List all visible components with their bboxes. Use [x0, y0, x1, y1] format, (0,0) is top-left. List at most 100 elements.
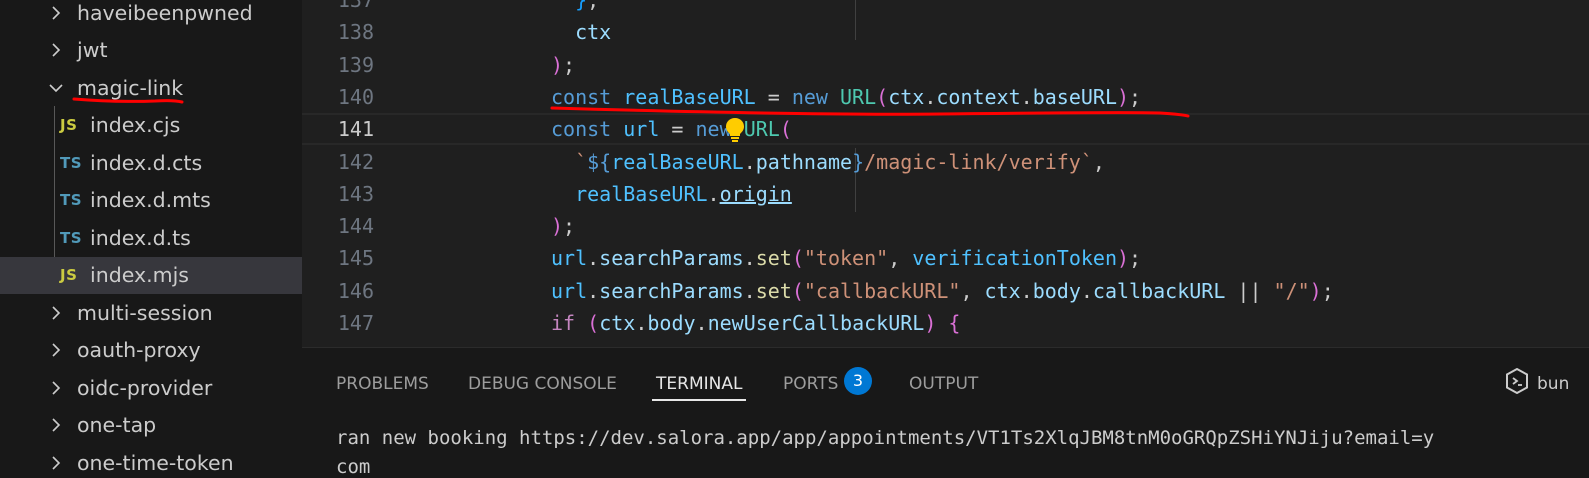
code-line[interactable]: 139);	[302, 49, 1589, 81]
tree-file-item[interactable]: JS index.mjs	[0, 256, 302, 294]
terminal-name[interactable]: bun	[1537, 370, 1569, 398]
chevron-right-icon	[48, 455, 64, 471]
tree-file-item[interactable]: JS index.cjs	[0, 107, 302, 145]
code-token: realBaseURL	[611, 149, 744, 174]
code-text: );	[551, 210, 575, 242]
code-token: body	[1032, 278, 1081, 303]
tab-terminal[interactable]: TERMINAL	[651, 370, 747, 401]
code-text: );	[551, 49, 575, 81]
code-token: context	[936, 84, 1021, 109]
code-token: ;	[1129, 84, 1142, 109]
tree-item-label: index.d.mts	[90, 188, 211, 213]
tree-item-label: one-time-token	[77, 450, 234, 475]
typescript-file-icon: TS	[60, 153, 83, 172]
code-token: )	[1309, 278, 1322, 303]
code-token: /magic-link/verify`	[864, 149, 1093, 174]
code-token: )	[551, 52, 564, 77]
code-line[interactable]: 144);	[302, 210, 1589, 242]
code-token: realBaseURL	[623, 84, 756, 109]
code-token: .	[743, 278, 756, 303]
code-token: `	[575, 149, 588, 174]
tree-folder-item[interactable]: one-time-token	[0, 444, 302, 478]
code-token: ctx	[984, 278, 1021, 303]
code-token: .	[587, 246, 600, 271]
code-text: url.searchParams.set("token", verificati…	[551, 242, 1141, 274]
line-number: 144	[337, 214, 374, 239]
code-token: url	[623, 117, 660, 142]
code-token: searchParams	[599, 246, 744, 271]
code-token: ${	[587, 149, 612, 174]
tab-debug-console[interactable]: DEBUG CONSOLE	[468, 370, 617, 398]
code-text: },	[551, 0, 599, 16]
code-token: origin	[719, 181, 792, 206]
code-token: ctx	[599, 311, 636, 335]
code-line[interactable]: 137 },	[302, 0, 1589, 16]
code-line[interactable]: 147 if (ctx.body.newUserCallbackURL) {	[302, 307, 1589, 339]
code-line[interactable]: 146 url.searchParams.set("callbackURL", c…	[302, 275, 1589, 307]
code-token: verificationToken	[912, 246, 1117, 271]
code-token: )	[924, 311, 937, 335]
code-token: ;	[1321, 278, 1334, 303]
code-token: ;	[1129, 246, 1142, 271]
code-token: newUserCallbackURL	[707, 311, 925, 335]
tree-folder-item[interactable]: oidc-provider	[0, 369, 302, 407]
code-line[interactable]: 140 const realBaseURL = new URL(ctx.conte…	[302, 81, 1589, 113]
tree-item-label: index.mjs	[90, 263, 189, 288]
tree-folder-item[interactable]: multi-session	[0, 294, 302, 332]
code-token: realBaseURL	[575, 181, 708, 206]
code-line[interactable]: 138 ctx	[302, 16, 1589, 48]
tab-problems[interactable]: PROBLEMS	[336, 370, 429, 398]
code-line[interactable]: 142 `${realBaseURL.pathname}/magic-link/…	[302, 146, 1589, 178]
code-line[interactable]: 145 url.searchParams.set("token", verific…	[302, 242, 1589, 274]
tree-folder-item[interactable]: oauth-proxy	[0, 332, 302, 370]
code-line[interactable]: 141 const url = new URL(	[302, 113, 1589, 146]
tree-item-label: index.cjs	[90, 113, 181, 138]
code-text: url.searchParams.set("callbackURL", ctx.…	[551, 275, 1334, 307]
code-text: realBaseURL.origin	[551, 178, 792, 210]
code-token: .	[743, 246, 756, 271]
line-number: 138	[337, 20, 374, 45]
code-token: "token"	[803, 246, 889, 271]
tree-folder-item[interactable]: magic-link	[0, 69, 302, 107]
tree-file-item[interactable]: TS index.d.mts	[0, 182, 302, 220]
code-token: {	[948, 311, 961, 335]
chevron-right-icon	[48, 380, 64, 396]
code-token: url	[551, 278, 588, 303]
code-token: )	[1116, 246, 1130, 271]
tree-file-item[interactable]: TS index.d.cts	[0, 144, 302, 182]
code-token: ;	[563, 214, 576, 239]
tree-folder-item[interactable]: one-tap	[0, 407, 302, 445]
tree-item-label: magic-link	[77, 75, 184, 100]
code-text: const realBaseURL = new URL(ctx.context.…	[551, 81, 1141, 113]
code-line[interactable]: 143 realBaseURL.origin	[302, 178, 1589, 210]
terminal-shell-icon[interactable]	[1505, 368, 1529, 394]
tree-folder-item[interactable]: jwt	[0, 32, 302, 70]
tree-file-item[interactable]: TS index.d.ts	[0, 219, 302, 257]
code-token: .	[707, 181, 720, 206]
tree-folder-item[interactable]: haveibeenpwned	[0, 0, 302, 32]
chevron-down-icon	[48, 80, 64, 96]
code-editor[interactable]: 137 }, 138 ctx 139); 140 const realBaseURL =…	[302, 0, 1589, 347]
tab-ports[interactable]: PORTS	[783, 370, 838, 398]
code-token: (	[876, 84, 889, 109]
code-token: )	[551, 214, 564, 239]
code-token: (	[791, 246, 804, 271]
tab-output[interactable]: OUTPUT	[909, 370, 978, 398]
lightbulb-icon[interactable]	[722, 116, 748, 142]
code-token: ||	[1225, 278, 1274, 303]
code-token: pathname	[755, 149, 853, 174]
code-token: const	[551, 117, 612, 142]
code-text: ctx	[551, 16, 611, 48]
code-token: set	[755, 246, 792, 271]
code-token: URL	[743, 117, 780, 142]
code-token: ,	[1092, 149, 1105, 174]
code-token: URL	[840, 84, 877, 109]
tree-item-label: index.d.ts	[90, 225, 191, 250]
code-token: "callbackURL"	[803, 278, 961, 303]
